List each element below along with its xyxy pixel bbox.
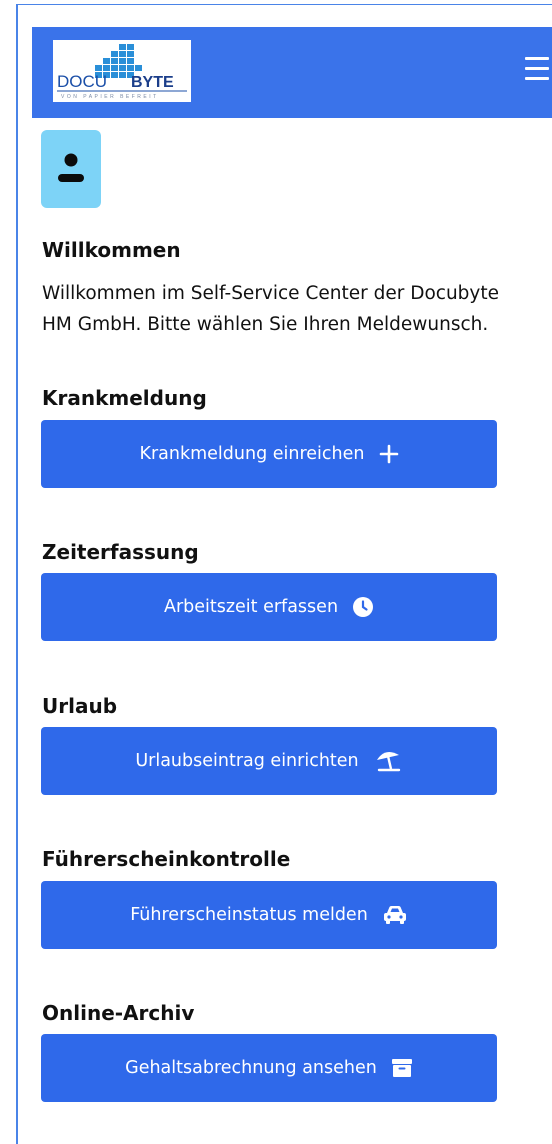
welcome-text: Willkommen im Self-Service Center der Do…	[42, 278, 552, 340]
button-label: Gehaltsabrechnung ansehen	[125, 1058, 377, 1078]
section-title-fuehrerscheinkontrolle: Führerscheinkontrolle	[42, 847, 291, 871]
urlaubseintrag-einrichten-button[interactable]: Urlaubseintrag einrichten	[41, 727, 497, 795]
button-label: Krankmeldung einreichen	[139, 444, 365, 464]
docubyte-logo[interactable]: DOCU BYTE VON PAPIER BEFREIT	[53, 40, 191, 102]
svg-text:DOCU: DOCU	[57, 72, 107, 91]
arbeitszeit-erfassen-button[interactable]: Arbeitszeit erfassen	[41, 573, 497, 641]
button-label: Arbeitszeit erfassen	[163, 597, 339, 617]
svg-text:VON PAPIER BEFREIT: VON PAPIER BEFREIT	[61, 94, 159, 100]
user-avatar	[41, 130, 101, 208]
hamburger-menu-icon[interactable]	[515, 57, 551, 87]
section-title-urlaub: Urlaub	[42, 694, 118, 718]
section-title-zeiterfassung: Zeiterfassung	[42, 540, 199, 564]
krankmeldung-einreichen-button[interactable]: Krankmeldung einreichen	[41, 420, 497, 488]
car-icon	[382, 904, 408, 926]
section-title-krankmeldung: Krankmeldung	[42, 386, 207, 410]
section-title-online-archiv: Online-Archiv	[42, 1001, 195, 1025]
logo-graphic: DOCU BYTE VON PAPIER BEFREIT	[57, 44, 187, 100]
archive-box-icon	[391, 1057, 413, 1079]
gehaltsabrechnung-ansehen-button[interactable]: Gehaltsabrechnung ansehen	[41, 1034, 497, 1102]
top-navbar: DOCU BYTE VON PAPIER BEFREIT	[32, 27, 552, 118]
plus-icon	[379, 444, 399, 464]
button-label: Führerscheinstatus melden	[130, 905, 368, 925]
welcome-text-line-2: HM GmbH. Bitte wählen Sie Ihren Meldewun…	[42, 314, 489, 335]
user-icon	[58, 153, 84, 182]
welcome-text-line-1: Willkommen im Self-Service Center der Do…	[42, 283, 499, 304]
button-label: Urlaubseintrag einrichten	[135, 751, 359, 771]
fuehrerscheinstatus-melden-button[interactable]: Führerscheinstatus melden	[41, 881, 497, 949]
svg-text:BYTE: BYTE	[131, 74, 174, 91]
clock-icon	[352, 596, 374, 618]
umbrella-beach-icon	[373, 749, 403, 773]
welcome-heading: Willkommen	[42, 238, 181, 262]
